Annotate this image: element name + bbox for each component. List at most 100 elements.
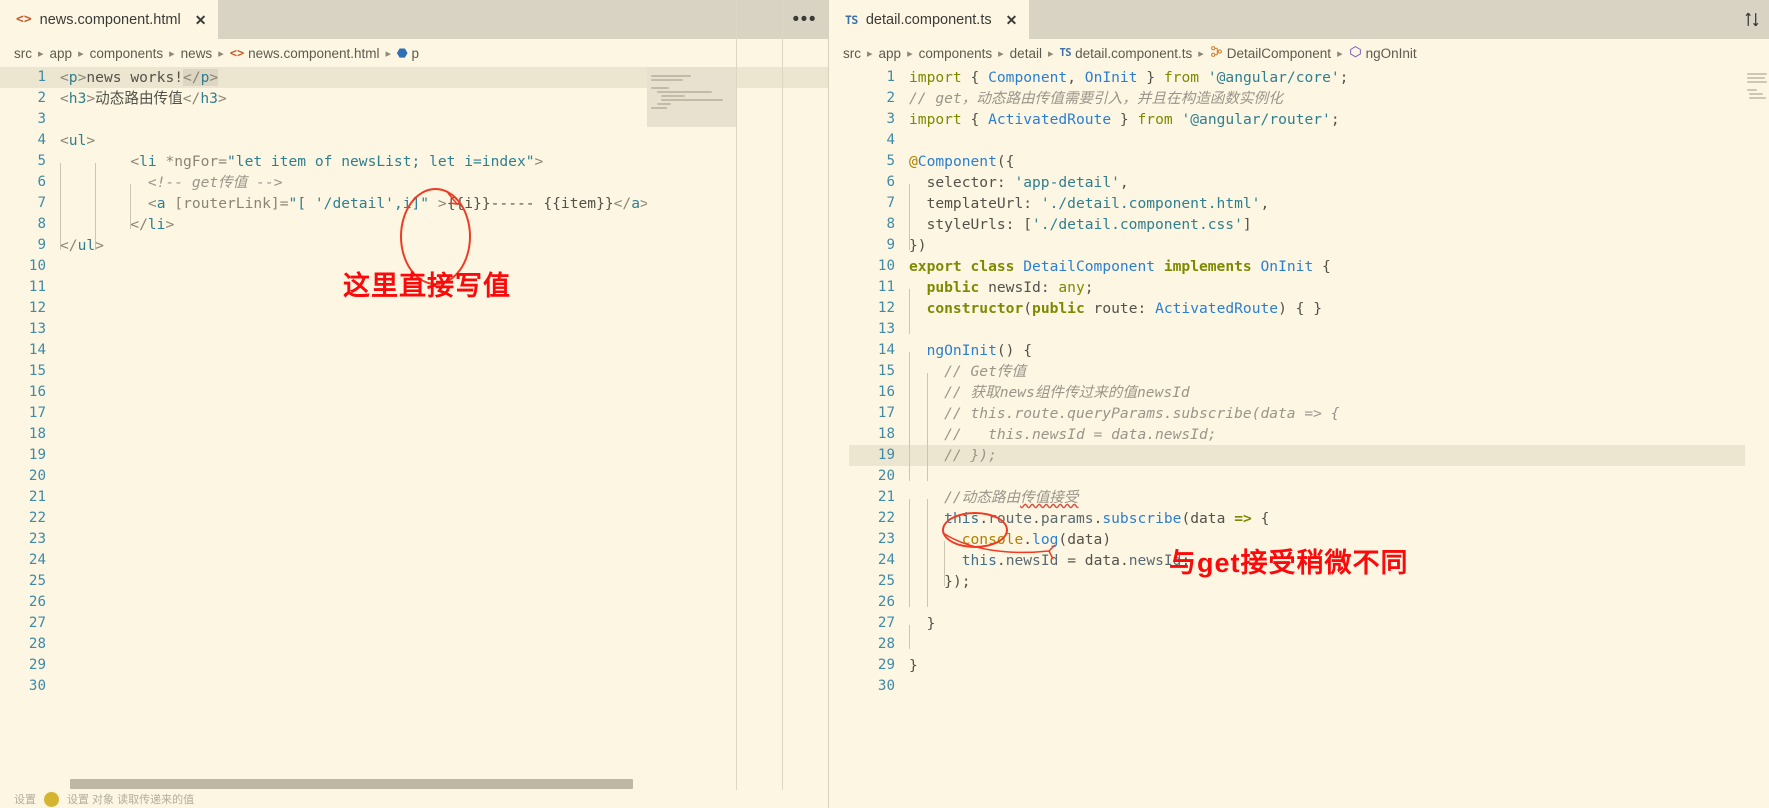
line-content: // get，动态路由传值需要引入，并且在构造函数实例化 bbox=[909, 90, 1283, 107]
code-line: 20 bbox=[849, 466, 1769, 487]
line-number: 18 bbox=[877, 426, 895, 442]
line-number: 3 bbox=[886, 111, 895, 127]
line-number: 10 bbox=[877, 258, 895, 274]
line-number: 27 bbox=[28, 615, 46, 631]
split-editor-icon[interactable] bbox=[1735, 0, 1769, 39]
line-content: ngOnInit() { bbox=[909, 342, 1033, 376]
tabbar-right: TS detail.component.ts ✕ bbox=[829, 0, 1769, 39]
line-number: 1 bbox=[37, 69, 46, 85]
line-number: 6 bbox=[886, 174, 895, 190]
breadcrumb-label: p bbox=[411, 45, 420, 61]
minimap-left[interactable] bbox=[647, 67, 737, 808]
line-number: 13 bbox=[877, 321, 895, 337]
line-number: 24 bbox=[877, 552, 895, 568]
line-content: selector: 'app-detail', bbox=[909, 174, 1129, 208]
breadcrumb-item-app[interactable]: app bbox=[50, 46, 73, 61]
breadcrumb-item-src[interactable]: src bbox=[14, 46, 32, 61]
line-number: 30 bbox=[877, 678, 895, 694]
breadcrumb-item-components[interactable]: components bbox=[90, 46, 164, 61]
element-cube-icon: ⬣ bbox=[397, 46, 408, 60]
breadcrumb-item-file[interactable]: <> news.component.html bbox=[230, 46, 380, 61]
breadcrumb-item-src[interactable]: src bbox=[843, 46, 861, 61]
line-number: 20 bbox=[877, 468, 895, 484]
breadcrumb-item-app[interactable]: app bbox=[879, 46, 902, 61]
line-number: 3 bbox=[37, 111, 46, 127]
line-content: // Get传值 bbox=[909, 363, 1027, 397]
editor-pane-right: TS detail.component.ts ✕ src ▸ app ▸ com… bbox=[829, 0, 1769, 808]
line-number: 10 bbox=[28, 258, 46, 274]
line-number: 17 bbox=[28, 405, 46, 421]
tabbar-empty-left bbox=[218, 0, 780, 39]
line-number: 1 bbox=[886, 69, 895, 85]
minimap-line bbox=[1747, 73, 1767, 75]
line-number: 16 bbox=[28, 384, 46, 400]
line-number: 28 bbox=[28, 636, 46, 652]
line-content: //动态路由传值接受 bbox=[909, 489, 1079, 523]
line-number: 25 bbox=[877, 573, 895, 589]
code-line: 28 bbox=[849, 634, 1769, 655]
minimap-slider[interactable] bbox=[647, 67, 737, 127]
pane-divider[interactable] bbox=[828, 0, 829, 808]
line-number: 17 bbox=[877, 405, 895, 421]
line-number: 27 bbox=[877, 615, 895, 631]
more-actions-icon[interactable]: ••• bbox=[781, 0, 829, 39]
horizontal-scrollbar-left[interactable] bbox=[70, 779, 633, 789]
tab-label: detail.component.ts bbox=[865, 11, 992, 28]
code-lines-right: 1 import { Component, OnInit } from '@an… bbox=[829, 67, 1769, 697]
line-content: import { Component, OnInit } from '@angu… bbox=[909, 69, 1349, 86]
breadcrumb-item-class[interactable]: DetailComponent bbox=[1210, 45, 1331, 61]
line-content: <!-- get传值 --> bbox=[60, 174, 283, 208]
line-content: }) bbox=[909, 237, 927, 254]
breadcrumb-separator-icon: ▸ bbox=[385, 47, 392, 60]
tab-detail-component-ts[interactable]: TS detail.component.ts ✕ bbox=[829, 0, 1030, 39]
close-icon[interactable]: ✕ bbox=[1006, 13, 1018, 27]
minimap-line bbox=[1747, 81, 1767, 83]
code-line: 8 styleUrls: ['./detail.component.css'] bbox=[849, 214, 1769, 250]
line-content: </ul> bbox=[60, 237, 104, 254]
minimap-line bbox=[1747, 89, 1757, 91]
breadcrumb-separator-icon: ▸ bbox=[1198, 47, 1204, 60]
code-editor-right[interactable]: 1 import { Component, OnInit } from '@an… bbox=[829, 67, 1769, 808]
minimap-right[interactable] bbox=[1745, 67, 1769, 808]
code-line: 2 // get，动态路由传值需要引入，并且在构造函数实例化 bbox=[849, 88, 1769, 109]
breadcrumb-item-detail[interactable]: detail bbox=[1010, 46, 1042, 61]
breadcrumb-label: src bbox=[14, 45, 32, 61]
line-content: this.newsId = data.newsId; bbox=[909, 552, 1191, 586]
annotation-text-left: 这里直接写值 bbox=[343, 271, 511, 301]
line-number: 5 bbox=[37, 153, 46, 169]
breadcrumb-separator-icon: ▸ bbox=[998, 47, 1004, 60]
breadcrumb-item-method[interactable]: ngOnInit bbox=[1349, 45, 1417, 61]
line-number: 16 bbox=[877, 384, 895, 400]
code-line: 15 // Get传值 bbox=[849, 361, 1769, 397]
breadcrumb-right: src ▸ app ▸ components ▸ detail ▸ TS det… bbox=[829, 39, 1769, 67]
line-number: 19 bbox=[877, 447, 895, 463]
line-content: constructor(public route: ActivatedRoute… bbox=[909, 300, 1323, 334]
code-line: 22 this.route.params.subscribe(data => { bbox=[849, 508, 1769, 544]
minimap-line bbox=[1747, 77, 1765, 79]
code-line: 5 @Component({ bbox=[849, 151, 1769, 172]
tab-news-component-html[interactable]: <> news.component.html ✕ bbox=[0, 0, 219, 39]
breadcrumb-item-news[interactable]: news bbox=[181, 46, 213, 61]
line-number: 22 bbox=[877, 510, 895, 526]
breadcrumb-separator-icon: ▸ bbox=[867, 47, 873, 60]
breadcrumb-item-components[interactable]: components bbox=[919, 46, 993, 61]
line-number: 24 bbox=[28, 552, 46, 568]
line-content: // }); bbox=[909, 447, 997, 481]
editor-pane-left: <> news.component.html ✕ ••• src ▸ app ▸… bbox=[0, 0, 829, 808]
breadcrumb-item-file[interactable]: TS detail.component.ts bbox=[1059, 46, 1192, 61]
line-content: // this.route.queryParams.subscribe(data… bbox=[909, 405, 1340, 439]
line-content: } bbox=[909, 657, 918, 674]
method-icon bbox=[1349, 45, 1362, 61]
line-number: 12 bbox=[877, 300, 895, 316]
line-number: 11 bbox=[28, 279, 46, 295]
code-line: 29 } bbox=[849, 655, 1769, 676]
close-icon[interactable]: ✕ bbox=[195, 13, 207, 27]
breadcrumb-label: detail bbox=[1009, 45, 1042, 61]
line-number: 21 bbox=[877, 489, 895, 505]
code-line: 1 import { Component, OnInit } from '@an… bbox=[849, 67, 1769, 88]
breadcrumb-left: src ▸ app ▸ components ▸ news ▸ <> news.… bbox=[0, 39, 829, 67]
code-line: 12 constructor(public route: ActivatedRo… bbox=[849, 298, 1769, 334]
line-content: import { ActivatedRoute } from '@angular… bbox=[909, 111, 1340, 128]
breadcrumb-item-symbol-p[interactable]: ⬣ p bbox=[397, 46, 419, 61]
line-content: // 获取news组件传过来的值newsId bbox=[909, 384, 1190, 418]
